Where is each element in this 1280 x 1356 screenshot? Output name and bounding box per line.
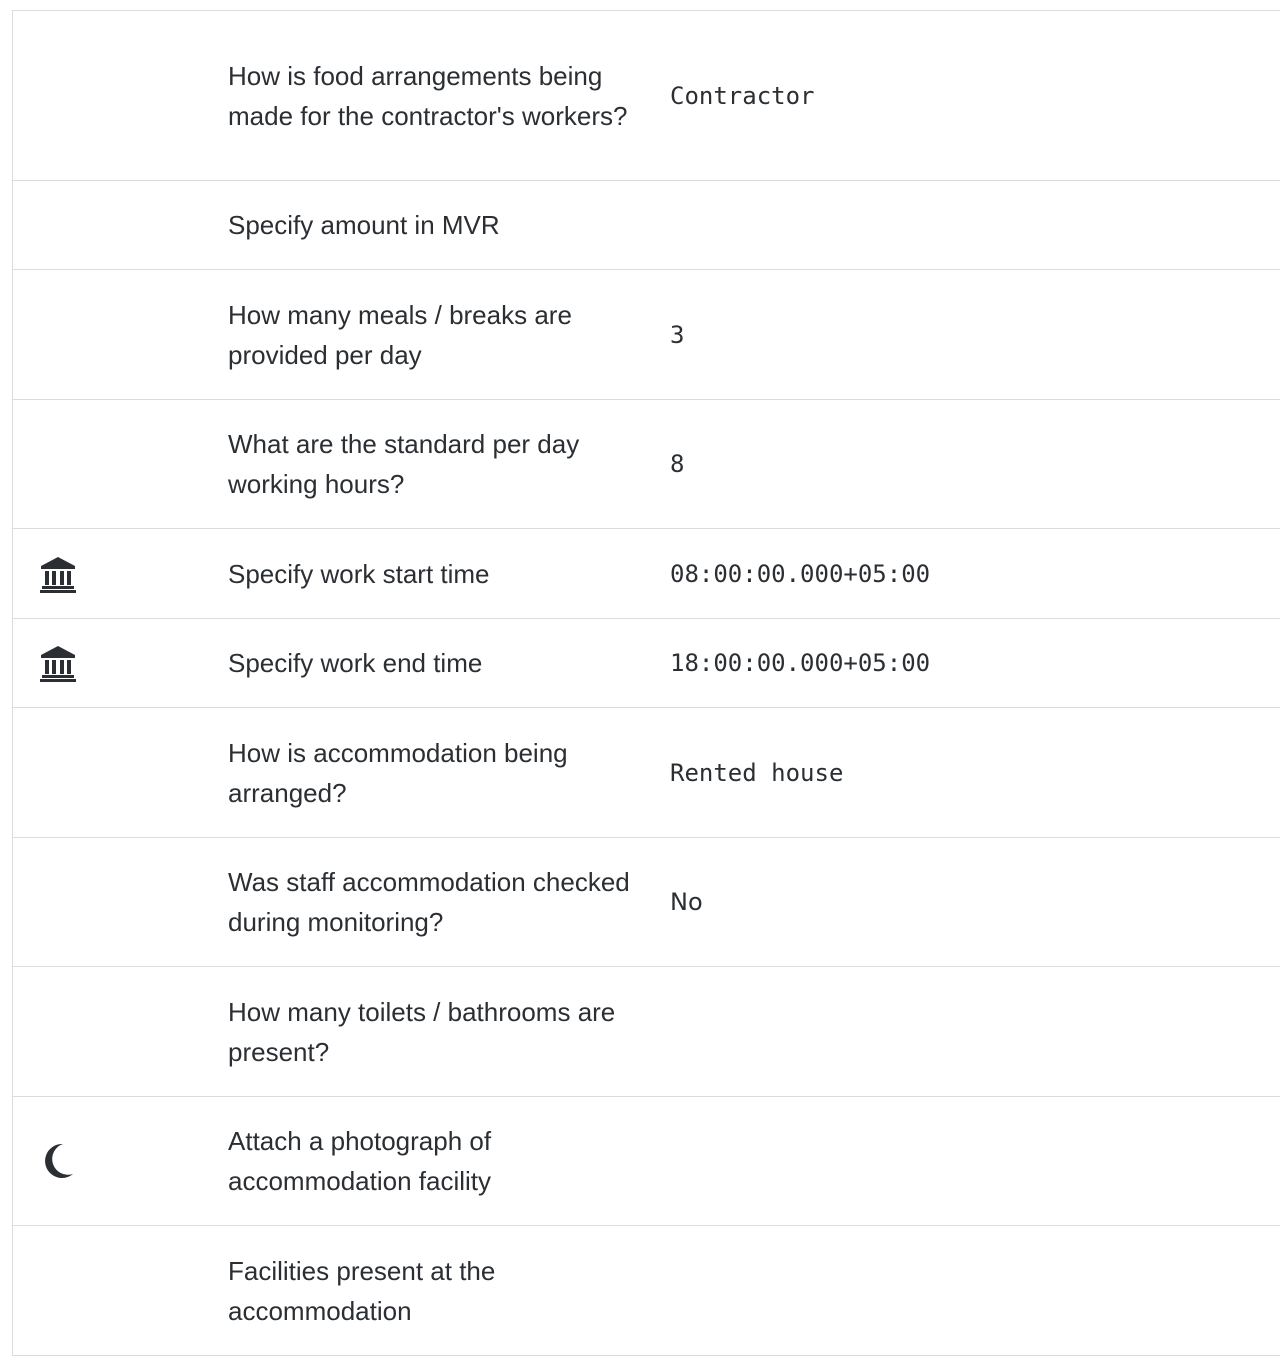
answer-value: 08:00:00.000+05:00: [670, 559, 931, 588]
question-label: Specify work start time: [228, 558, 490, 589]
question-label: How many meals / breaks are provided per…: [228, 299, 572, 370]
question-label: How many toilets / bathrooms are present…: [228, 996, 616, 1067]
table-row: What are the standard per day working ho…: [13, 400, 1280, 529]
answer-value: No: [670, 888, 703, 916]
table-row: How many meals / breaks are provided per…: [13, 270, 1280, 400]
moon-icon: [45, 1143, 73, 1178]
table-row: Specify amount in MVR: [13, 181, 1280, 270]
icon-cell: [13, 1226, 228, 1355]
bank-icon: [40, 646, 76, 682]
question-label: How is food arrangements being made for …: [228, 60, 628, 131]
icon-cell: [13, 400, 228, 528]
table-row: Was staff accommodation checked during m…: [13, 838, 1280, 967]
answer-value: 3: [670, 320, 685, 349]
icon-cell: [13, 967, 228, 1096]
question-label: Specify work end time: [228, 648, 483, 678]
question-label: Facilities present at the accommodation: [228, 1255, 496, 1326]
table-row: Attach a photograph of accommodation fac…: [13, 1097, 1280, 1226]
table-row: Facilities present at the accommodation: [13, 1226, 1280, 1356]
table-row: How many toilets / bathrooms are present…: [13, 967, 1280, 1097]
icon-cell: [13, 619, 228, 707]
table-row: How is accommodation being arranged? Ren…: [13, 708, 1280, 838]
answer-value: Rented house: [670, 758, 844, 787]
question-label: Attach a photograph of accommodation fac…: [228, 1126, 492, 1196]
icon-cell: [13, 11, 228, 180]
icon-cell: [13, 838, 228, 966]
question-label: Specify amount in MVR: [228, 210, 500, 240]
survey-table: How is food arrangements being made for …: [12, 10, 1280, 1356]
icon-cell: [13, 270, 228, 399]
question-label: How is accommodation being arranged?: [228, 737, 568, 808]
table-row: How is food arrangements being made for …: [13, 11, 1280, 181]
answer-value: 8: [670, 450, 685, 478]
table-row: Specify work start time 08:00:00.000+05:…: [13, 529, 1280, 619]
question-label: Was staff accommodation checked during m…: [228, 867, 630, 937]
icon-cell: [13, 181, 228, 269]
icon-cell: [13, 708, 228, 837]
table-row: Specify work end time 18:00:00.000+05:00: [13, 619, 1280, 708]
answer-value: 18:00:00.000+05:00: [670, 649, 931, 677]
question-label: What are the standard per day working ho…: [228, 429, 580, 499]
bank-icon: [40, 556, 76, 593]
icon-cell: [13, 529, 228, 618]
icon-cell: [13, 1097, 228, 1225]
answer-value: Contractor: [670, 81, 815, 110]
